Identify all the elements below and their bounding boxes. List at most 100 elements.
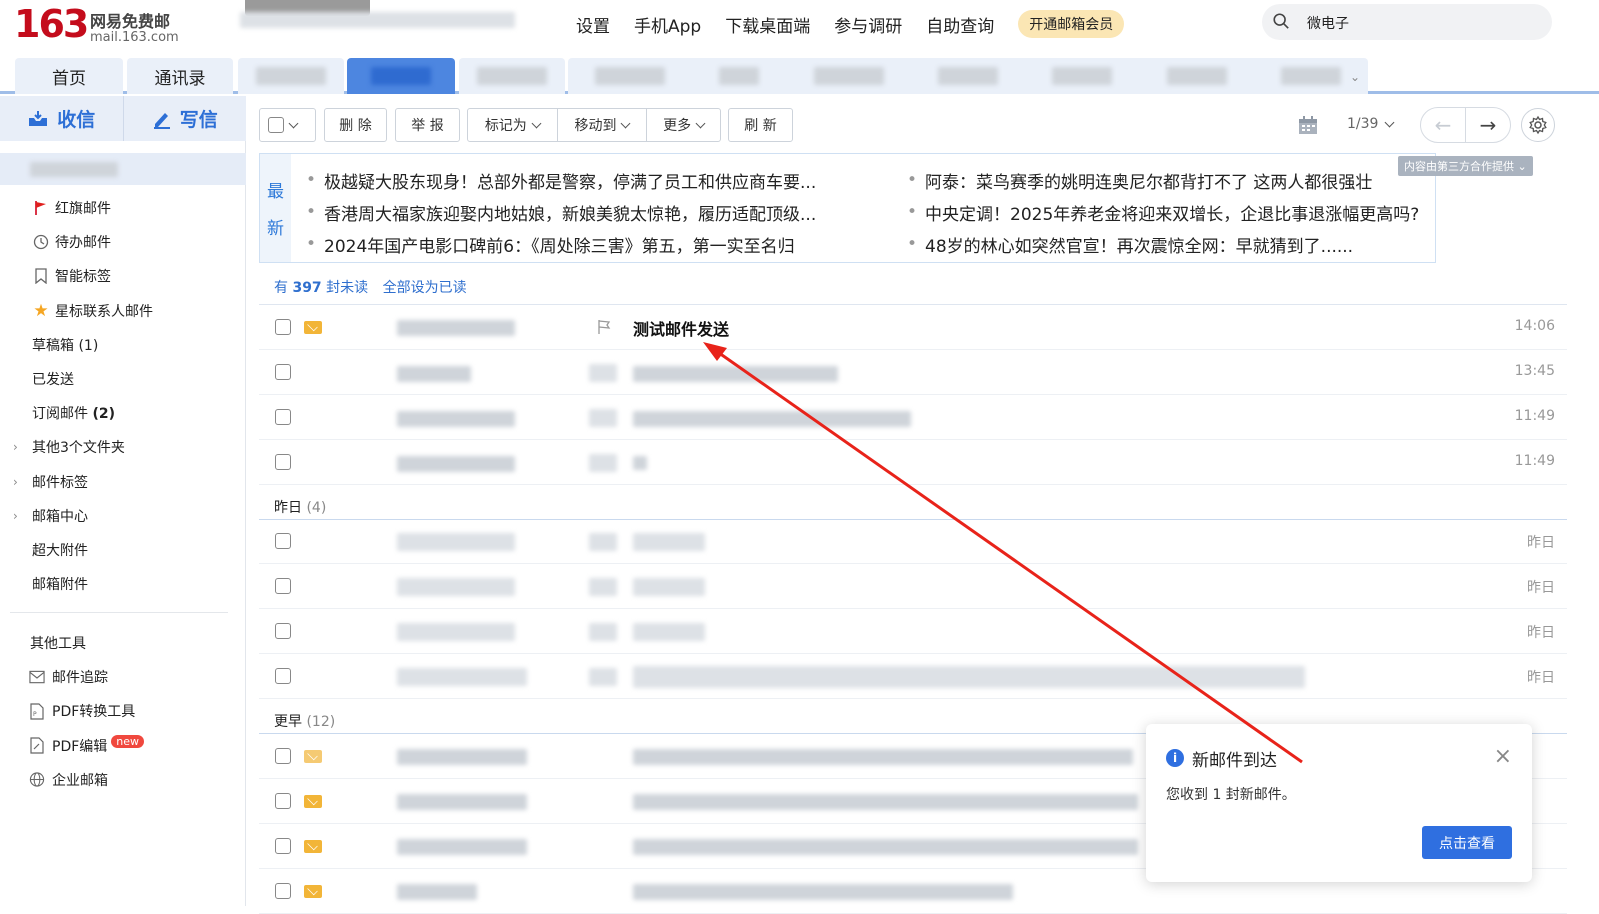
desktop-download-link[interactable]: 下载桌面端 xyxy=(725,12,810,37)
compose-button[interactable]: 写信 xyxy=(124,96,247,141)
calendar-icon[interactable] xyxy=(1298,116,1318,135)
row-checkbox[interactable] xyxy=(275,533,291,549)
mark-as-dropdown[interactable]: 标记为 xyxy=(468,109,558,141)
row-checkbox[interactable] xyxy=(275,578,291,594)
mail-row[interactable]: 昨日 xyxy=(259,654,1567,699)
group-header-earlier[interactable]: 更早 (12) xyxy=(274,711,335,731)
left-sidebar: 收信 写信 红旗邮件 待办邮件 智能标签 ★ 星标联系人邮件 草稿箱 (1) 已… xyxy=(0,96,246,906)
sidebar-item-drafts[interactable]: 草稿箱 (1) xyxy=(0,328,246,362)
sidebar-item-smart-tag[interactable]: 智能标签 xyxy=(0,259,246,293)
row-checkbox[interactable] xyxy=(275,793,291,809)
close-icon[interactable]: × xyxy=(1494,744,1512,769)
mail-row[interactable]: 昨日 xyxy=(259,609,1567,654)
flag-placeholder xyxy=(589,533,617,551)
settings-link[interactable]: 设置 xyxy=(576,12,610,37)
tab-blurred[interactable] xyxy=(459,58,565,94)
search-input[interactable]: 微电子 xyxy=(1307,13,1349,33)
delete-button[interactable]: 删 除 xyxy=(324,108,387,142)
sidebar-item-subscriptions[interactable]: 订阅邮件 (2) xyxy=(0,396,246,430)
tab-inbox-active[interactable] xyxy=(347,58,455,94)
news-item[interactable]: 香港周大福家族迎娶内地姑娘，新娘美貌太惊艳，履历适配顶级... xyxy=(306,196,816,228)
sidebar-item-todo[interactable]: 待办邮件 xyxy=(0,225,246,259)
sidebar-item-inbox[interactable] xyxy=(0,153,246,185)
mark-all-read-link[interactable]: 全部设为已读 xyxy=(383,280,467,296)
news-panel: 最新 极越疑大股东现身！总部外都是警察，停满了员工和供应商车要... 香港周大福… xyxy=(259,153,1436,263)
tab-blurred[interactable] xyxy=(238,58,344,94)
settings-button[interactable] xyxy=(1521,108,1555,142)
page-selector[interactable]: 1/39 xyxy=(1347,116,1395,132)
receive-button[interactable]: 收信 xyxy=(0,96,124,141)
sidebar-item-sent[interactable]: 已发送 xyxy=(0,362,246,396)
sidebar-item-starred[interactable]: ★ 星标联系人邮件 xyxy=(0,294,246,328)
chevron-down-icon xyxy=(621,118,631,128)
row-checkbox[interactable] xyxy=(275,623,291,639)
sidebar-item-mailbox-center[interactable]: › 邮箱中心 xyxy=(0,499,246,533)
sidebar-item-red-flag[interactable]: 红旗邮件 xyxy=(0,191,246,225)
survey-link[interactable]: 参与调研 xyxy=(834,12,902,37)
mail-row[interactable]: 昨日 xyxy=(259,519,1567,564)
next-page-button[interactable]: → xyxy=(1465,107,1511,143)
chevron-down-icon[interactable] xyxy=(288,118,299,128)
tab-blurred-group[interactable] xyxy=(568,58,1368,94)
select-all-checkbox[interactable] xyxy=(268,117,284,133)
news-item[interactable]: 极越疑大股东现身！总部外都是警察，停满了员工和供应商车要... xyxy=(306,164,816,196)
search-box[interactable]: 微电子 xyxy=(1262,4,1552,40)
mail-subject-blurred xyxy=(633,456,647,470)
sidebar-item-label: 邮箱附件 xyxy=(32,577,88,594)
tab-more-chevron-icon[interactable]: ⌄ xyxy=(1350,70,1360,84)
mail-row[interactable]: 昨日 xyxy=(259,564,1567,609)
mobile-app-link[interactable]: 手机App xyxy=(634,12,701,37)
news-item[interactable]: 48岁的林心如突然官宣！再次震惊全网：早就猜到了...... xyxy=(907,228,1419,260)
row-checkbox[interactable] xyxy=(275,748,291,764)
more-dropdown[interactable]: 更多 xyxy=(647,109,720,141)
sidebar-item-large-attachments[interactable]: 超大附件 xyxy=(0,533,246,567)
account-address[interactable] xyxy=(240,12,515,28)
more-label: 更多 xyxy=(663,118,692,134)
tool-pdf-edit[interactable]: PDF编辑 new xyxy=(0,729,246,763)
search-icon[interactable] xyxy=(1272,12,1290,30)
chevron-right-icon[interactable]: › xyxy=(13,440,18,454)
row-checkbox[interactable] xyxy=(275,668,291,684)
news-item[interactable]: 阿泰：菜鸟赛季的姚明连奥尼尔都背打不了 这两人都很强壮 xyxy=(907,164,1419,196)
mail-subject-blurred xyxy=(633,794,1138,810)
row-checkbox[interactable] xyxy=(275,364,291,380)
tool-mail-track[interactable]: 邮件追踪 xyxy=(0,660,246,694)
mail-row[interactable]: 13:45 xyxy=(259,350,1567,395)
refresh-button[interactable]: 刷 新 xyxy=(728,108,793,142)
sender-name xyxy=(397,456,515,472)
sidebar-item-mailbox-attachments[interactable]: 邮箱附件 xyxy=(0,567,246,601)
tool-pdf-convert[interactable]: P PDF转换工具 xyxy=(0,694,246,728)
row-checkbox[interactable] xyxy=(275,454,291,470)
row-checkbox[interactable] xyxy=(275,838,291,854)
sidebar-item-label: 超大附件 xyxy=(32,542,88,559)
unread-suffix: 封未读 xyxy=(321,280,369,296)
mail-row[interactable]: 测试邮件发送 14:06 xyxy=(259,305,1567,350)
tab-home[interactable]: 首页 xyxy=(15,58,123,94)
row-checkbox[interactable] xyxy=(275,319,291,335)
chevron-down-icon xyxy=(531,118,542,128)
mail-row[interactable]: 11:49 xyxy=(259,395,1567,440)
sidebar-item-mail-tags[interactable]: › 邮件标签 xyxy=(0,465,246,499)
select-all-dropdown[interactable] xyxy=(259,108,316,142)
report-button[interactable]: 举 报 xyxy=(395,108,460,142)
gear-icon xyxy=(1529,115,1547,135)
group-header-yesterday[interactable]: 昨日 (4) xyxy=(274,497,326,517)
tab-contacts[interactable]: 通讯录 xyxy=(127,58,233,94)
sidebar-item-other-folders[interactable]: › 其他3个文件夹 xyxy=(0,430,246,464)
chevron-right-icon[interactable]: › xyxy=(13,475,18,489)
self-query-link[interactable]: 自助查询 xyxy=(926,12,994,37)
news-item[interactable]: 2024年国产电影口碑前6：《周处除三害》第五，第一实至名归 xyxy=(306,228,816,260)
tool-enterprise-mail[interactable]: 企业邮箱 xyxy=(0,763,246,797)
chevron-right-icon[interactable]: › xyxy=(13,509,18,523)
prev-page-button[interactable]: ← xyxy=(1420,107,1466,143)
mail-row[interactable]: 11:49 xyxy=(259,440,1567,485)
flag-icon[interactable] xyxy=(597,319,611,335)
view-button[interactable]: 点击查看 xyxy=(1422,826,1512,859)
move-to-dropdown[interactable]: 移动到 xyxy=(558,109,648,141)
ad-tag[interactable]: 内容由第三方合作提供 ⌄ xyxy=(1398,156,1533,176)
row-checkbox[interactable] xyxy=(275,409,291,425)
news-item[interactable]: 中央定调！2025年养老金将迎来双增长，企退比事退涨幅更高吗? xyxy=(907,196,1419,228)
mail-subject-blurred xyxy=(633,884,1013,900)
vip-button[interactable]: 开通邮箱会员 xyxy=(1018,10,1125,38)
row-checkbox[interactable] xyxy=(275,883,291,899)
